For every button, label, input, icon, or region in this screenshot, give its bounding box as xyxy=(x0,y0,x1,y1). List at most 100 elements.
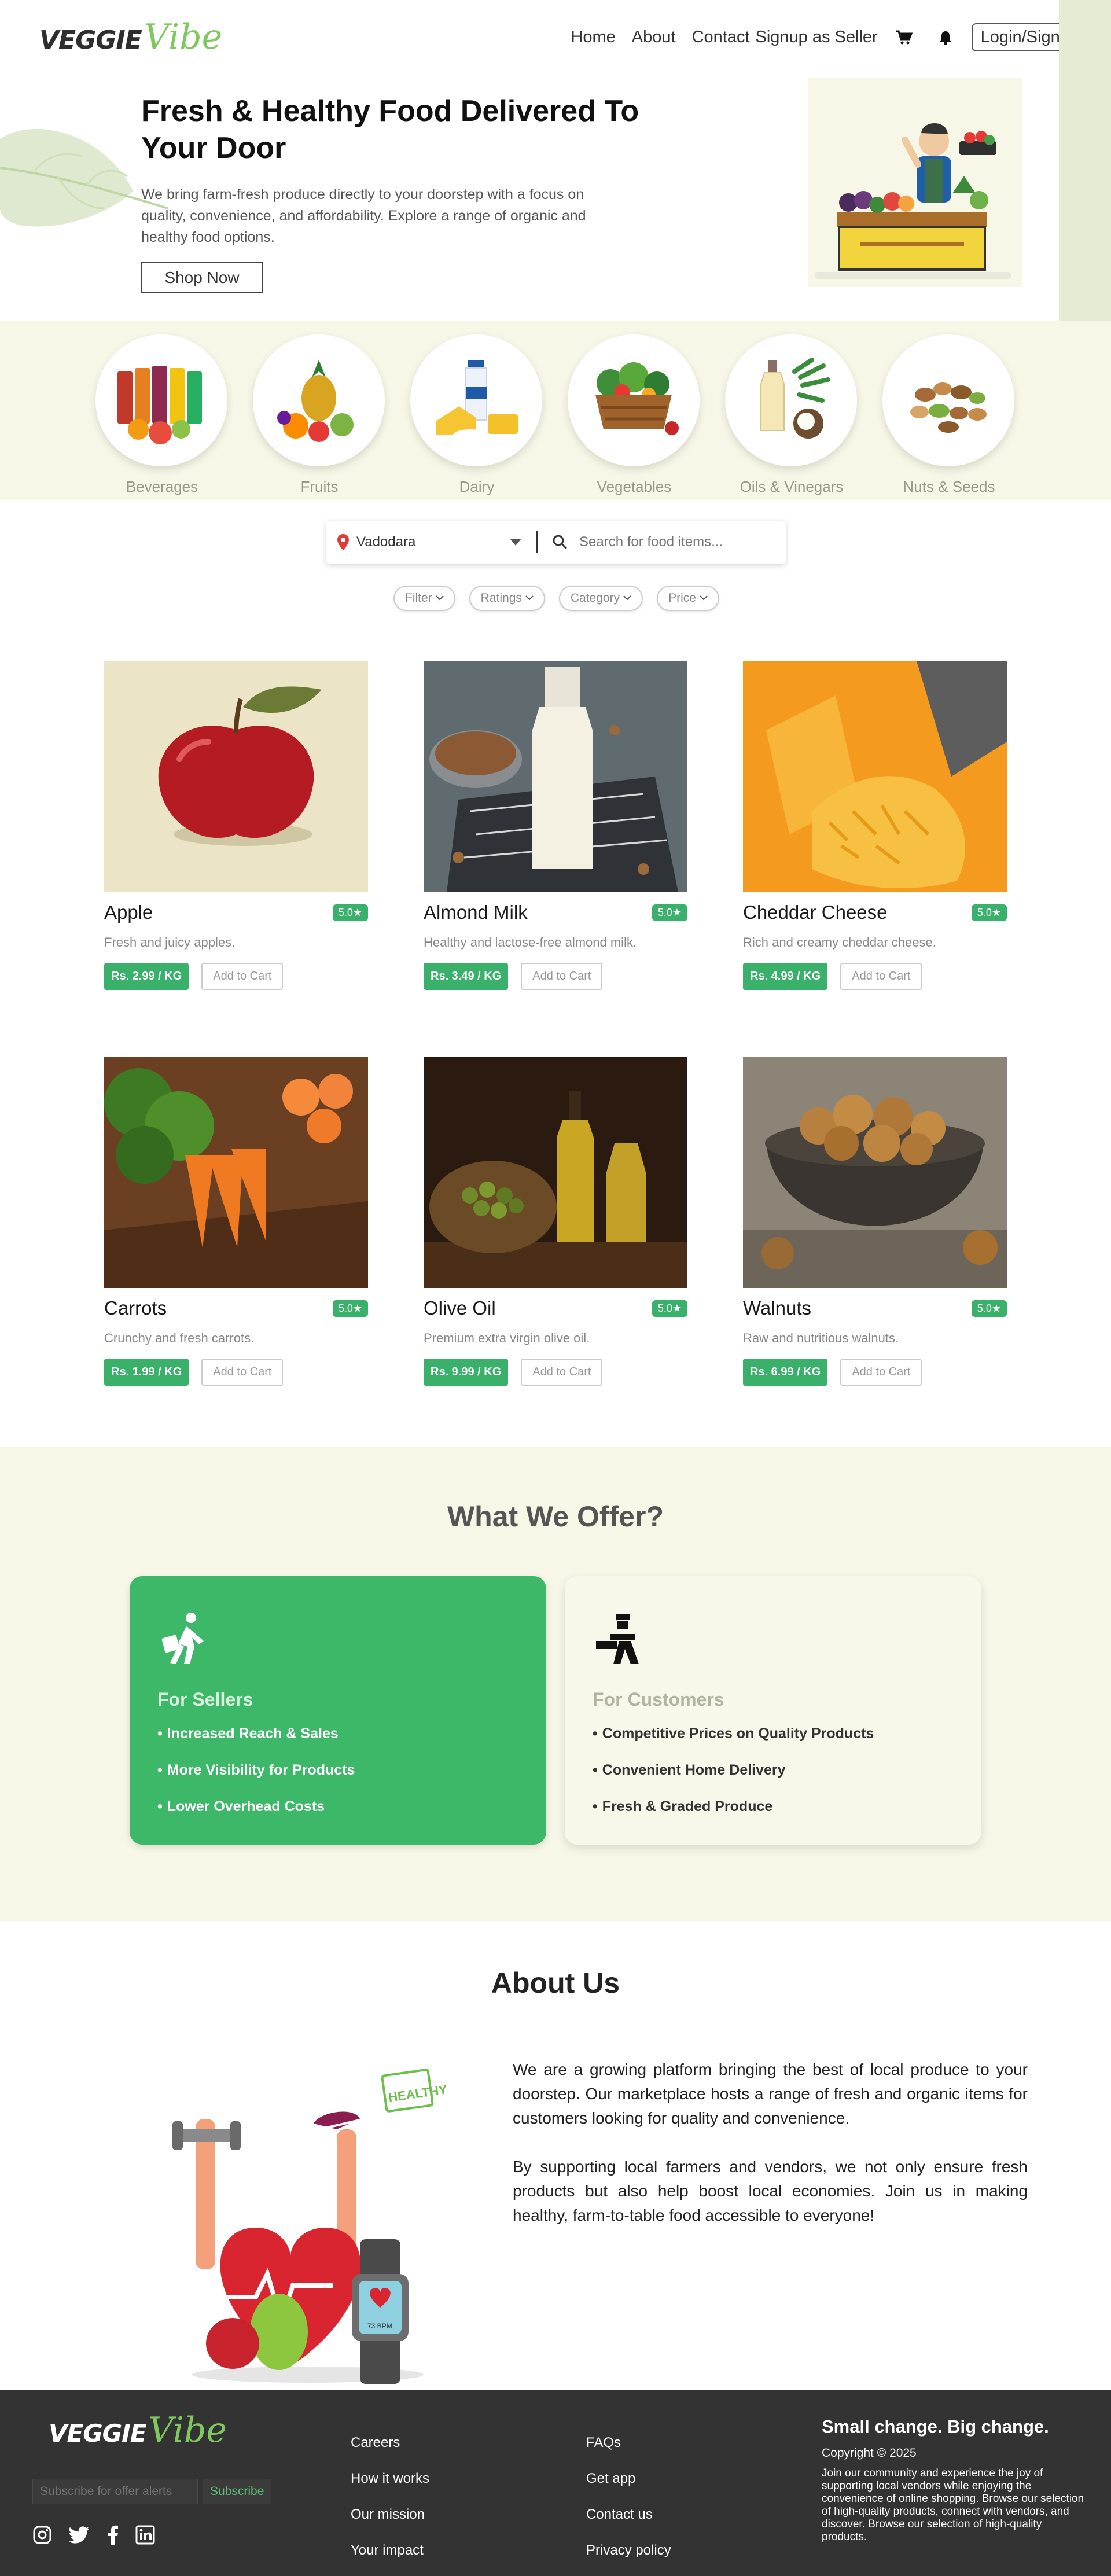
footer-link-careers[interactable]: Careers xyxy=(351,2435,429,2451)
nav-link-about[interactable]: About xyxy=(632,28,676,47)
footer-link-get-app[interactable]: Get app xyxy=(586,2471,671,2487)
product-description: Fresh and juicy apples. xyxy=(104,935,236,950)
logo-accent-text: Vibe xyxy=(144,17,223,57)
price-badge: Rs. 3.49 / KG xyxy=(424,963,509,990)
product-image-walnuts[interactable] xyxy=(743,1057,1007,1288)
product-header: Carrots 5.0★ xyxy=(104,1297,368,1319)
subscribe-email-input[interactable] xyxy=(32,2479,198,2504)
search-divider xyxy=(536,531,538,553)
product-header: Apple 5.0★ xyxy=(104,901,368,923)
star-icon: ★ xyxy=(352,1302,362,1314)
rating-value: 5.0 xyxy=(977,1302,992,1314)
add-to-cart-button[interactable]: Add to Cart xyxy=(521,1359,603,1386)
about-title: About Us xyxy=(491,1967,620,1999)
footer-link-faqs[interactable]: FAQs xyxy=(586,2435,671,2451)
footer-logo[interactable]: VEGGIE Vibe xyxy=(49,2413,227,2448)
footer-link-how-it-works[interactable]: How it works xyxy=(351,2471,429,2487)
product-description: Healthy and lactose-free almond milk. xyxy=(424,935,637,950)
product-description: Rich and creamy cheddar cheese. xyxy=(743,935,936,950)
healthy-lifestyle-illustration: HEALTHY 73 BPM xyxy=(172,2069,448,2384)
add-to-cart-button[interactable]: Add to Cart xyxy=(521,963,603,990)
footer-copyright: Copyright © 2025 xyxy=(822,2446,917,2460)
offer-item: Increased Reach & Sales xyxy=(157,1725,518,1742)
product-image-carrots[interactable] xyxy=(104,1057,368,1288)
category-vegetables[interactable]: Vegetables xyxy=(568,334,701,496)
category-nuts-seeds[interactable]: Nuts & Seeds xyxy=(882,334,1016,496)
filter-pill[interactable]: Filter xyxy=(393,586,455,611)
ratings-pill[interactable]: Ratings xyxy=(469,586,545,611)
product-name: Almond Milk xyxy=(424,901,528,923)
facebook-icon[interactable] xyxy=(106,2525,119,2545)
footer-link-your-impact[interactable]: Your impact xyxy=(351,2542,429,2559)
product-name: Cheddar Cheese xyxy=(743,901,888,923)
logo-accent-text: Vibe xyxy=(148,2410,227,2450)
filter-pills: Filter Ratings Category Price xyxy=(393,586,719,611)
category-circle xyxy=(725,334,857,466)
footer-link-contact-us[interactable]: Contact us xyxy=(586,2507,671,2523)
nav-link-home[interactable]: Home xyxy=(571,28,615,47)
offer-item: Fresh & Graded Produce xyxy=(593,1798,954,1815)
category-label: Oils & Vinegars xyxy=(740,478,844,495)
product-name: Apple xyxy=(104,901,153,923)
price-badge: Rs. 6.99 / KG xyxy=(743,1359,828,1386)
add-to-cart-button[interactable]: Add to Cart xyxy=(201,963,284,990)
add-to-cart-button[interactable]: Add to Cart xyxy=(201,1359,284,1386)
subscribe-button[interactable]: Subscribe xyxy=(203,2479,272,2504)
instagram-icon[interactable] xyxy=(32,2525,52,2545)
product-image-olive-oil[interactable] xyxy=(424,1057,687,1288)
product-description: Raw and nutritious walnuts. xyxy=(743,1331,899,1345)
healthy-sign-text: HEALTHY xyxy=(388,2082,448,2105)
nav-link-signup-seller[interactable]: Signup as Seller xyxy=(755,28,877,47)
shop-now-button[interactable]: Shop Now xyxy=(141,262,263,293)
product-card: Carrots 5.0★ Crunchy and fresh carrots. … xyxy=(104,1057,368,1386)
footer-links-company: Careers How it works Our mission Your im… xyxy=(351,2435,429,2559)
logo-main-text: VEGGIE xyxy=(49,2419,146,2448)
offer-item: Lower Overhead Costs xyxy=(157,1798,518,1815)
price-pill[interactable]: Price xyxy=(657,586,719,611)
add-to-cart-button[interactable]: Add to Cart xyxy=(840,963,922,990)
category-fruits[interactable]: Fruits xyxy=(253,334,386,496)
search-input[interactable] xyxy=(579,534,786,550)
vendor-stall-illustration xyxy=(808,78,1022,287)
category-dairy[interactable]: Dairy xyxy=(410,334,543,496)
chevron-down-icon xyxy=(623,595,631,601)
offer-heading-customers: For Customers xyxy=(593,1689,724,1710)
bell-icon[interactable] xyxy=(936,28,955,47)
vegetables-icon xyxy=(595,362,679,435)
twitter-icon[interactable] xyxy=(68,2525,90,2545)
about-paragraph: We are a growing platform bringing the b… xyxy=(513,2060,1028,2127)
chevron-down-icon xyxy=(435,595,444,601)
category-oils-vinegars[interactable]: Oils & Vinegars xyxy=(725,334,858,496)
about-paragraph: By supporting local farmers and vendors,… xyxy=(513,2158,1028,2224)
nav-link-contact[interactable]: Contact xyxy=(692,28,750,47)
category-beverages[interactable]: Beverages xyxy=(95,334,229,496)
footer-description: Join our community and experience the jo… xyxy=(822,2467,1084,2543)
star-icon: ★ xyxy=(672,906,682,918)
pill-label: Category xyxy=(570,591,620,605)
product-image-cheddar-cheese[interactable] xyxy=(743,661,1007,892)
nav-links: Home About Contact Signup as Seller Logi… xyxy=(571,23,1088,51)
brand-logo[interactable]: VEGGIE Vibe xyxy=(39,20,222,55)
product-header: Cheddar Cheese 5.0★ xyxy=(743,901,1007,923)
product-actions: Rs. 4.99 / KG Add to Cart xyxy=(743,963,1007,990)
footer-links-help: FAQs Get app Contact us Privacy policy xyxy=(586,2435,671,2559)
offer-card-customers: For Customers Competitive Prices on Qual… xyxy=(565,1576,981,1845)
category-label: Nuts & Seeds xyxy=(903,478,995,495)
add-to-cart-button[interactable]: Add to Cart xyxy=(840,1359,922,1386)
location-selector[interactable]: Vadodara xyxy=(326,534,522,550)
offer-card-sellers: For Sellers Increased Reach & Sales More… xyxy=(130,1576,546,1845)
cart-icon[interactable] xyxy=(894,28,914,47)
star-icon: ★ xyxy=(991,906,1001,918)
category-pill[interactable]: Category xyxy=(558,586,643,611)
price-badge: Rs. 1.99 / KG xyxy=(104,1359,189,1386)
price-badge: Rs. 4.99 / KG xyxy=(743,963,828,990)
linkedin-icon[interactable] xyxy=(135,2525,155,2545)
product-image-almond-milk[interactable] xyxy=(424,661,687,892)
dairy-icon xyxy=(436,360,518,441)
logo-main-text: VEGGIE xyxy=(39,25,142,55)
footer-link-our-mission[interactable]: Our mission xyxy=(351,2507,429,2523)
footer-link-privacy-policy[interactable]: Privacy policy xyxy=(586,2542,671,2559)
nuts-icon xyxy=(910,382,987,433)
product-image-apple[interactable] xyxy=(104,661,368,892)
category-label: Beverages xyxy=(126,478,198,495)
